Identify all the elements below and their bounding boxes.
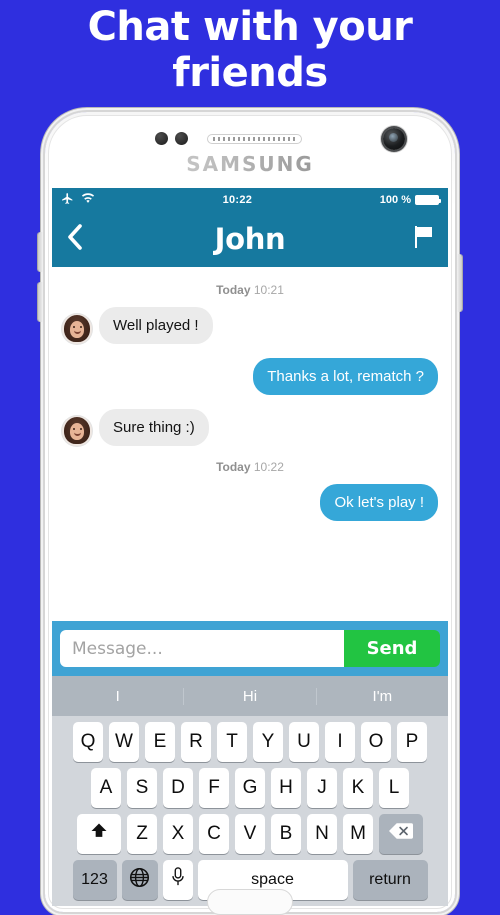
power-button[interactable] bbox=[457, 254, 462, 312]
flag-button[interactable] bbox=[400, 225, 434, 254]
wifi-icon bbox=[81, 192, 95, 207]
key-n[interactable]: N bbox=[307, 814, 337, 854]
message-row[interactable]: Thanks a lot, rematch ? bbox=[62, 358, 438, 395]
key-w[interactable]: W bbox=[109, 722, 139, 762]
suggestion-item[interactable]: I'm bbox=[317, 688, 448, 705]
headline-line-1: Chat with your bbox=[87, 4, 413, 50]
numbers-key[interactable]: 123 bbox=[72, 860, 117, 900]
key-q[interactable]: Q bbox=[73, 722, 103, 762]
send-button[interactable]: Send bbox=[344, 630, 440, 667]
language-key[interactable] bbox=[121, 860, 158, 900]
back-button[interactable] bbox=[66, 223, 100, 255]
suggestion-bar: I Hi I'm bbox=[52, 676, 448, 716]
key-r[interactable]: R bbox=[181, 722, 211, 762]
on-screen-keyboard: I Hi I'm Q W E R T Y U I O P A S D F G H… bbox=[52, 676, 448, 906]
day-separator: Today 10:21 bbox=[62, 283, 438, 297]
message-input-bar: Message... Send bbox=[52, 621, 448, 676]
phone-brand-label: SAMSUNG bbox=[45, 152, 455, 176]
key-a[interactable]: A bbox=[91, 768, 121, 808]
key-b[interactable]: B bbox=[271, 814, 301, 854]
proximity-sensor-icon bbox=[155, 132, 168, 145]
message-row[interactable]: Well played ! bbox=[62, 307, 438, 344]
day-separator-time: 10:22 bbox=[253, 460, 284, 474]
day-separator-label: Today bbox=[216, 460, 251, 474]
chat-thread[interactable]: Today 10:21 Well played ! Thanks a lot, … bbox=[52, 267, 448, 621]
phone-mockup: SAMSUNG 10:22 100 % John Today 10:21 Wel… bbox=[38, 112, 462, 915]
day-separator-label: Today bbox=[216, 283, 251, 297]
key-f[interactable]: F bbox=[199, 768, 229, 808]
front-camera-icon bbox=[383, 128, 405, 150]
shift-key[interactable] bbox=[77, 814, 121, 854]
status-bar-left bbox=[61, 192, 95, 208]
message-row[interactable]: Sure thing :) bbox=[62, 409, 438, 446]
light-sensor-icon bbox=[175, 132, 188, 145]
message-input[interactable]: Message... bbox=[60, 630, 344, 667]
key-d[interactable]: D bbox=[163, 768, 193, 808]
battery-percent-label: 100 % bbox=[379, 193, 411, 206]
avatar bbox=[62, 416, 92, 446]
suggestion-item[interactable]: I bbox=[52, 687, 185, 705]
earpiece-speaker-icon bbox=[207, 134, 302, 144]
day-separator: Today 10:22 bbox=[62, 460, 438, 474]
key-c[interactable]: C bbox=[199, 814, 229, 854]
suggestion-item[interactable]: Hi bbox=[184, 687, 317, 705]
volume-up-button[interactable] bbox=[38, 232, 43, 272]
key-e[interactable]: E bbox=[145, 722, 175, 762]
globe-icon bbox=[129, 867, 150, 894]
keyboard-row-1: Q W E R T Y U I O P bbox=[52, 722, 448, 762]
key-u[interactable]: U bbox=[289, 722, 319, 762]
key-o[interactable]: O bbox=[361, 722, 391, 762]
page-title: John bbox=[214, 222, 286, 256]
dictation-key[interactable] bbox=[162, 860, 193, 900]
day-separator-time: 10:21 bbox=[253, 283, 284, 297]
status-bar-time: 10:22 bbox=[222, 193, 253, 206]
key-s[interactable]: S bbox=[127, 768, 157, 808]
key-l[interactable]: L bbox=[379, 768, 409, 808]
backspace-icon bbox=[389, 822, 413, 846]
key-y[interactable]: Y bbox=[253, 722, 283, 762]
microphone-icon bbox=[170, 867, 186, 893]
key-m[interactable]: M bbox=[343, 814, 373, 854]
phone-screen: 10:22 100 % John Today 10:21 Well played… bbox=[52, 188, 448, 906]
key-t[interactable]: T bbox=[217, 722, 247, 762]
message-bubble-incoming[interactable]: Well played ! bbox=[99, 307, 213, 344]
message-row[interactable]: Ok let's play ! bbox=[62, 484, 438, 521]
battery-full-icon bbox=[415, 194, 441, 205]
status-bar: 10:22 100 % bbox=[52, 188, 448, 211]
status-bar-right: 100 % bbox=[379, 193, 441, 206]
message-bubble-outgoing[interactable]: Ok let's play ! bbox=[320, 484, 438, 521]
key-z[interactable]: Z bbox=[127, 814, 157, 854]
volume-down-button[interactable] bbox=[38, 282, 43, 322]
key-p[interactable]: P bbox=[397, 722, 427, 762]
airplane-icon bbox=[61, 192, 74, 208]
message-bubble-outgoing[interactable]: Thanks a lot, rematch ? bbox=[253, 358, 438, 395]
keyboard-row-2: A S D F G H J K L bbox=[52, 768, 448, 808]
phone-top-hardware: SAMSUNG bbox=[45, 112, 455, 187]
page-headline: Chat with your friends bbox=[0, 4, 500, 96]
message-bubble-incoming[interactable]: Sure thing :) bbox=[99, 409, 209, 446]
home-button[interactable] bbox=[207, 889, 293, 915]
headline-line-2: friends bbox=[172, 50, 328, 96]
chat-navbar: John bbox=[52, 211, 448, 267]
key-j[interactable]: J bbox=[307, 768, 337, 808]
key-x[interactable]: X bbox=[163, 814, 193, 854]
key-k[interactable]: K bbox=[343, 768, 373, 808]
backspace-key[interactable] bbox=[379, 814, 423, 854]
key-g[interactable]: G bbox=[235, 768, 265, 808]
flag-icon bbox=[412, 225, 434, 254]
shift-arrow-icon bbox=[89, 821, 109, 847]
key-i[interactable]: I bbox=[325, 722, 355, 762]
return-key[interactable]: return bbox=[352, 860, 428, 900]
keyboard-row-3: Z X C V B N M bbox=[52, 814, 448, 854]
avatar bbox=[62, 314, 92, 344]
key-h[interactable]: H bbox=[271, 768, 301, 808]
key-v[interactable]: V bbox=[235, 814, 265, 854]
